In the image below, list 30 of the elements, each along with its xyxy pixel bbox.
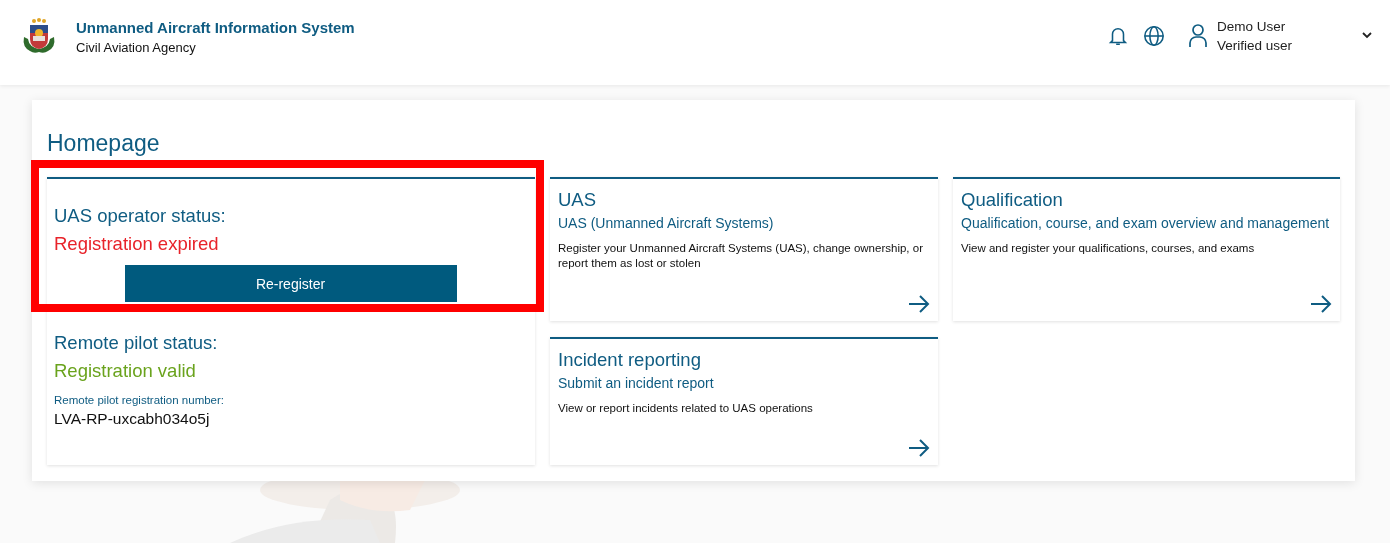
arrow-icon[interactable]: [908, 439, 930, 457]
card-description: View and register your qualifications, courses, and exams: [961, 241, 1256, 256]
card-title: Incident reporting: [558, 349, 702, 371]
caret-icon[interactable]: [1362, 32, 1372, 39]
card-subtitle: UAS (Unmanned Aircraft Systems): [558, 215, 775, 231]
card-subtitle: Submit an incident report: [558, 375, 715, 391]
card-subtitle: Qualification, course, and exam overview and management: [961, 215, 1331, 231]
card-title: Qualification: [961, 189, 1064, 211]
language-globe-icon[interactable]: [1142, 24, 1165, 47]
service-card[interactable]: Qualification Qualification, course, and exam overview and management View and register your qualifications, courses, and exams: [953, 177, 1340, 321]
card-description: Register your Unmanned Aircraft Systems (UAS), change ownership, or report them as lost or stolen: [558, 241, 924, 271]
re-register-button[interactable]: Re-register: [124, 265, 457, 302]
user-icon: [1188, 23, 1207, 48]
registration-number-label: Remote pilot registration number:: [54, 394, 226, 406]
status-label: Remote pilot status:: [54, 332, 219, 354]
arrow-icon[interactable]: [908, 295, 930, 313]
arrow-icon[interactable]: [1310, 295, 1332, 313]
page-title: Homepage: [47, 130, 161, 157]
app-title: Unmanned Aircraft Information System: [76, 18, 355, 36]
card-description: View or report incidents related to UAS operations: [558, 401, 814, 416]
user-name: Demo User: [1216, 18, 1287, 34]
registration-number: LVA-RP-uxcabh034o5j: [54, 410, 211, 428]
card-title: UAS: [558, 189, 598, 211]
user-role: Verified user: [1216, 37, 1292, 53]
status-value: Registration valid: [54, 360, 197, 382]
status-value: Registration expired: [54, 233, 220, 255]
agency-name: Civil Aviation Agency: [76, 39, 197, 55]
status-label: UAS operator status:: [54, 205, 227, 227]
service-card[interactable]: Incident reporting Submit an incident report View or report incidents related to UAS operations: [550, 337, 938, 465]
service-card[interactable]: UAS UAS (Unmanned Aircraft Systems) Register your Unmanned Aircraft Systems (UAS), change ownership, or report them as lost or stolen: [550, 177, 938, 321]
